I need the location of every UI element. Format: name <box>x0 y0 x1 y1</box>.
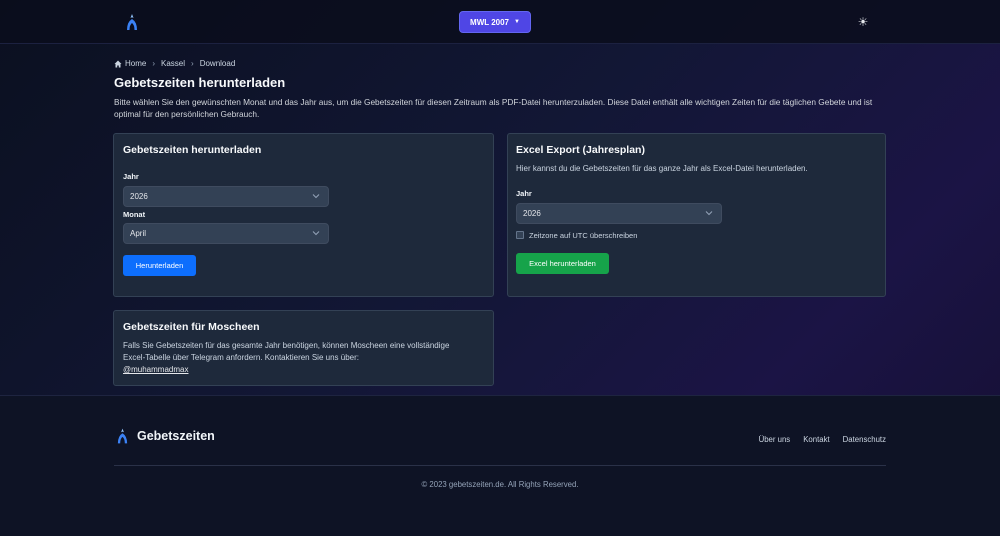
mosque-card-title: Gebetszeiten für Moscheen <box>123 321 260 333</box>
year-label: Jahr <box>123 172 139 181</box>
mosque-card-text: Falls Sie Gebetszeiten für das gesamte J… <box>123 340 453 376</box>
caret-down-icon: ▼ <box>514 19 520 25</box>
copyright-text: © 2023 gebetszeiten.de. All Rights Reser… <box>421 480 579 489</box>
footer-link-privacy[interactable]: Datenschutz <box>843 435 886 444</box>
excel-year-label: Jahr <box>516 189 532 198</box>
year-select-value: 2026 <box>130 192 148 201</box>
mosque-logo-icon <box>117 428 128 444</box>
sun-icon[interactable]: ☀ <box>856 15 870 29</box>
footer-divider <box>114 465 886 466</box>
chevron-down-icon <box>312 194 320 199</box>
page-title: Gebetszeiten herunterladen <box>114 75 286 90</box>
month-select[interactable]: April <box>123 223 329 244</box>
month-label: Monat <box>123 210 146 219</box>
excel-year-select-value: 2026 <box>523 209 541 218</box>
mosque-logo-icon[interactable] <box>125 14 139 30</box>
excel-download-button[interactable]: Excel herunterladen <box>516 253 609 274</box>
download-button[interactable]: Herunterladen <box>123 255 196 276</box>
top-navbar: MWL 2007 ▼ ☀ <box>0 0 1000 44</box>
year-select[interactable]: 2026 <box>123 186 329 207</box>
footer: Gebetszeiten Über uns Kontakt Datenschut… <box>0 395 1000 536</box>
calculation-method-dropdown[interactable]: MWL 2007 ▼ <box>459 11 531 33</box>
mosque-card: Gebetszeiten für Moscheen Falls Sie Gebe… <box>113 310 494 386</box>
breadcrumb-home-label: Home <box>125 59 147 68</box>
excel-card-title: Excel Export (Jahresplan) <box>516 144 645 156</box>
breadcrumb-city[interactable]: Kassel <box>161 59 185 68</box>
breadcrumb-current: Download <box>199 59 236 68</box>
breadcrumb-home[interactable]: Home <box>114 59 146 68</box>
mosque-card-body: Falls Sie Gebetszeiten für das gesamte J… <box>123 341 450 362</box>
utc-override-label[interactable]: Zeitzone auf UTC überschreiben <box>529 231 637 240</box>
excel-year-select[interactable]: 2026 <box>516 203 722 224</box>
telegram-handle-link[interactable]: @muhammadmax <box>123 364 453 376</box>
footer-link-contact[interactable]: Kontakt <box>803 435 829 444</box>
page-intro: Bitte wählen Sie den gewünschten Monat u… <box>114 97 873 119</box>
footer-link-about[interactable]: Über uns <box>759 435 791 444</box>
chevron-down-icon <box>705 211 713 216</box>
calculation-method-label: MWL 2007 <box>470 17 510 27</box>
excel-export-card: Excel Export (Jahresplan) Hier kannst du… <box>507 133 886 297</box>
month-select-value: April <box>130 229 147 238</box>
chevron-down-icon <box>312 231 320 236</box>
download-card-title: Gebetszeiten herunterladen <box>123 144 262 156</box>
chevron-right-icon: › <box>152 59 156 68</box>
footer-links: Über uns Kontakt Datenschutz <box>759 435 886 444</box>
excel-card-description: Hier kannst du die Gebetszeiten für das … <box>516 164 808 173</box>
footer-brand[interactable]: Gebetszeiten <box>137 429 215 443</box>
download-card: Gebetszeiten herunterladen Jahr 2026 Mon… <box>113 133 494 297</box>
utc-override-checkbox[interactable] <box>516 231 524 239</box>
home-icon <box>114 60 122 67</box>
breadcrumb: Home › Kassel › Download <box>114 59 235 68</box>
chevron-right-icon: › <box>191 59 194 68</box>
